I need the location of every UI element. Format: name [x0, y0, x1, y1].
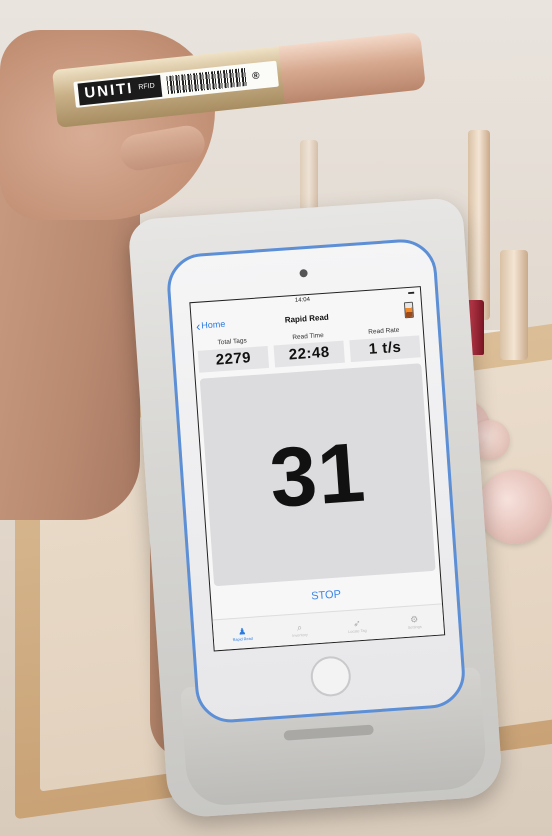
stat-value: 1 t/s [349, 335, 421, 363]
live-count-panel: 31 [199, 363, 436, 587]
search-icon: ⌕ [296, 621, 303, 633]
reader-battery-icon[interactable] [403, 301, 414, 319]
stat-value: 2279 [197, 345, 270, 373]
back-button[interactable]: ‹ Home [195, 317, 226, 334]
person-icon: ♟ [237, 625, 247, 637]
brand-sub: RFID [138, 82, 156, 92]
barcode [165, 67, 248, 95]
back-label: Home [200, 318, 226, 331]
stat-read-time: Read Time 22:48 [273, 331, 345, 368]
chevron-left-icon: ‹ [195, 318, 201, 334]
settings-icon: ⚙ [409, 613, 419, 625]
tab-label: Rapid Read [232, 636, 253, 642]
tab-label: Settings [407, 624, 422, 630]
rfid-reader-device: 14:04 ▬ ‹ Home Rapid Read Total Tags 227… [127, 197, 504, 819]
tab-label: Locate Tag [348, 628, 367, 634]
cosmetic-bottle [500, 250, 528, 360]
locate-icon: ➶ [352, 617, 361, 629]
app-screen: 14:04 ▬ ‹ Home Rapid Read Total Tags 227… [189, 286, 446, 652]
powder-compact [478, 470, 552, 544]
stat-total-tags: Total Tags 2279 [197, 336, 270, 373]
home-button[interactable] [309, 654, 353, 698]
stat-read-rate: Read Rate 1 t/s [349, 325, 421, 363]
tab-settings[interactable]: ⚙ Settings [394, 613, 435, 631]
tab-inventory[interactable]: ⌕ Inventory [279, 621, 320, 639]
registered-mark-icon: ® [251, 70, 261, 82]
handheld-phone: 14:04 ▬ ‹ Home Rapid Read Total Tags 227… [165, 237, 468, 725]
speaker-icon [299, 268, 308, 278]
cosmetic-tube [468, 130, 490, 320]
tab-label: Inventory [292, 632, 308, 638]
tab-locate-tag[interactable]: ➶ Locate Tag [337, 617, 378, 635]
brand-name: UNITI [83, 79, 135, 102]
live-tag-count: 31 [266, 424, 369, 525]
battery-status-icon: ▬ [408, 289, 415, 297]
tab-rapid-read[interactable]: ♟ Rapid Read [222, 625, 263, 643]
photo-scene: UNITI RFID ® 14:04 ▬ ‹ Home Rapid Read T… [0, 0, 552, 836]
stat-value: 22:48 [273, 340, 345, 368]
